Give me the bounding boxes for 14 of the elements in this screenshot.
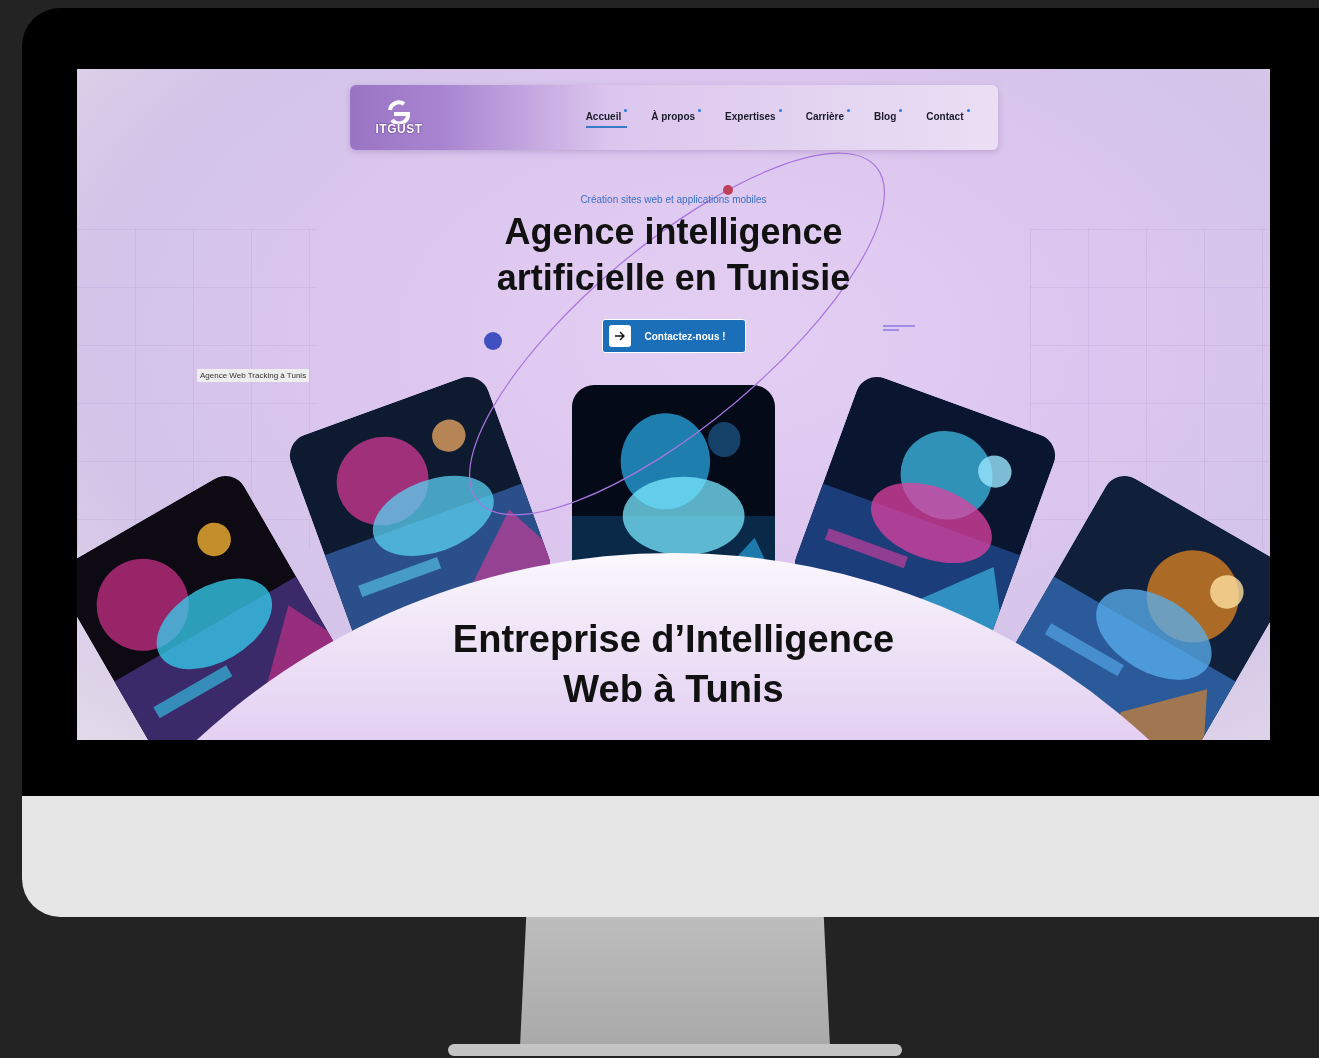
nav-link[interactable]: À propos bbox=[651, 107, 702, 128]
nav-link[interactable]: Contact bbox=[926, 107, 970, 128]
logo-text: ITGUST bbox=[375, 121, 423, 136]
hero-eyebrow: Création sites web et applications mobiles bbox=[580, 194, 767, 205]
contact-button[interactable]: Contactez-nous ! bbox=[601, 319, 746, 353]
side-label: Agence Web Tracking à Tunis bbox=[197, 369, 310, 382]
arrow-icon bbox=[613, 331, 626, 341]
decorative-lines bbox=[882, 325, 916, 331]
nav-link[interactable]: Blog bbox=[874, 107, 903, 128]
nav-link[interactable]: Accueil bbox=[585, 107, 628, 128]
section-title: Entreprise d’Intelligence Web à Tunis bbox=[452, 617, 895, 712]
hero-title: Agence intelligence artificielle en Tunisie bbox=[496, 210, 851, 300]
nav-link[interactable]: Expertises bbox=[725, 107, 782, 128]
nav-link[interactable]: Carrière bbox=[805, 107, 851, 128]
